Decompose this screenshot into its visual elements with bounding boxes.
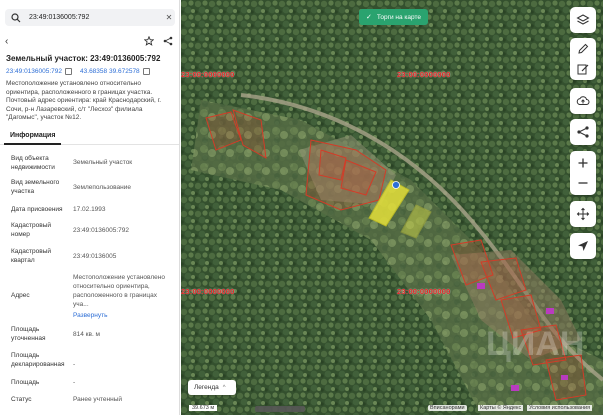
info-value: Местоположение установлено относительно … xyxy=(73,273,173,320)
info-key: Дата присвоения xyxy=(11,206,63,213)
panorama-link[interactable]: Вписанорами xyxy=(428,405,467,411)
info-key: Кадастровый номер xyxy=(11,222,52,238)
info-value: 23:49:0136005 xyxy=(73,253,117,260)
copyright-link[interactable]: Карты © Яндекс xyxy=(478,405,524,411)
cloud-upload-icon xyxy=(576,96,590,105)
search-box[interactable]: 23:49:0136005:792 ✕ xyxy=(5,9,175,26)
copy-icon[interactable] xyxy=(142,68,150,75)
auctions-toggle-button[interactable]: ✓ Торги на карте xyxy=(359,9,428,25)
cad-zone-label: 23:00:0000000 xyxy=(397,287,451,296)
info-panel: 23:49:0136005:792 ✕ ‹ Земельный участок:… xyxy=(0,0,180,415)
info-value: Земельный участок xyxy=(73,159,133,166)
info-value: - xyxy=(73,361,76,368)
tab-bar: Информация xyxy=(0,129,179,145)
info-key: Площадь xyxy=(11,379,40,386)
info-value: - xyxy=(73,379,76,386)
pencil-icon[interactable] xyxy=(576,42,590,56)
legend-button[interactable]: Легенда ^ xyxy=(188,380,236,395)
star-icon[interactable] xyxy=(142,34,156,48)
layers-button[interactable] xyxy=(570,7,596,33)
zoom-controls xyxy=(570,151,596,195)
auctions-label: Торги на карте xyxy=(376,13,421,21)
copy-icon[interactable] xyxy=(65,68,73,75)
info-value: 23:49:0136005:792 xyxy=(73,227,130,234)
upload-button[interactable] xyxy=(570,88,596,114)
move-icon xyxy=(576,207,590,221)
tab-information[interactable]: Информация xyxy=(4,129,62,145)
chevron-up-icon: ^ xyxy=(222,384,226,391)
terms-link[interactable]: Условия использования xyxy=(527,405,593,411)
info-value: 17.02.1993 xyxy=(73,206,106,213)
info-key: Кадастровый квартал xyxy=(11,248,52,264)
share-map-button[interactable] xyxy=(570,119,596,145)
coords-link[interactable]: 43.68358 39.672578 xyxy=(80,68,140,75)
chevron-left-icon[interactable]: ‹ xyxy=(5,36,19,47)
locate-icon xyxy=(578,241,588,251)
share-nodes-icon xyxy=(577,126,589,138)
address-value: Местоположение установлено относительно … xyxy=(73,274,165,308)
parcel-description: Местоположение установлено относительно … xyxy=(6,80,162,122)
info-key: Площадь декларированная xyxy=(11,352,65,368)
map-area[interactable]: 23:00:0000000 23:00:0000000 23:00:000000… xyxy=(181,0,603,415)
info-value: Ранее учтенный xyxy=(73,396,122,403)
map-footer: 39.673 м Вписанорами Карты © Яндекс Усло… xyxy=(181,404,603,415)
cad-zone-label: 23:00:0000000 xyxy=(181,287,235,296)
zoom-in-icon[interactable] xyxy=(576,156,590,170)
share-icon[interactable] xyxy=(161,34,175,48)
cad-zone-label: 23:00:0000000 xyxy=(397,70,451,79)
expand-link[interactable]: Развернуть xyxy=(73,311,173,320)
search-input[interactable]: 23:49:0136005:792 xyxy=(23,14,163,21)
info-key: Статус xyxy=(11,396,32,403)
parcel-title: Земельный участок: 23:49:0136005:792 xyxy=(6,54,161,63)
info-key: Адрес xyxy=(11,292,30,299)
panel-nav: ‹ xyxy=(5,34,175,48)
layers-icon xyxy=(576,14,590,25)
info-key: Вид земельного участка xyxy=(11,179,60,195)
close-icon[interactable]: ✕ xyxy=(163,13,175,22)
scale-bar xyxy=(255,406,305,412)
legend-label: Легенда xyxy=(194,384,219,391)
cad-zone-label: 23:00:0000000 xyxy=(181,70,235,79)
draw-tools xyxy=(570,38,596,80)
scale-label: 39.673 м xyxy=(189,405,218,411)
info-value: 814 кв. м xyxy=(73,331,101,338)
cad-number-link[interactable]: 23:49:0136005:792 xyxy=(6,68,62,75)
check-icon: ✓ xyxy=(366,14,372,21)
zoom-out-icon[interactable] xyxy=(576,176,590,190)
pan-button[interactable] xyxy=(570,201,596,227)
edit-icon[interactable] xyxy=(576,62,590,76)
parcel-identifiers: 23:49:0136005:792 43.68358 39.672578 xyxy=(6,68,150,75)
info-key: Площадь уточненная xyxy=(11,326,46,342)
watermark: ЦИАН xyxy=(486,325,585,363)
locate-button[interactable] xyxy=(570,233,596,259)
info-value: Землепользование xyxy=(73,184,131,191)
info-key: Вид объекта недвижимости xyxy=(11,155,55,171)
search-icon xyxy=(9,11,23,25)
